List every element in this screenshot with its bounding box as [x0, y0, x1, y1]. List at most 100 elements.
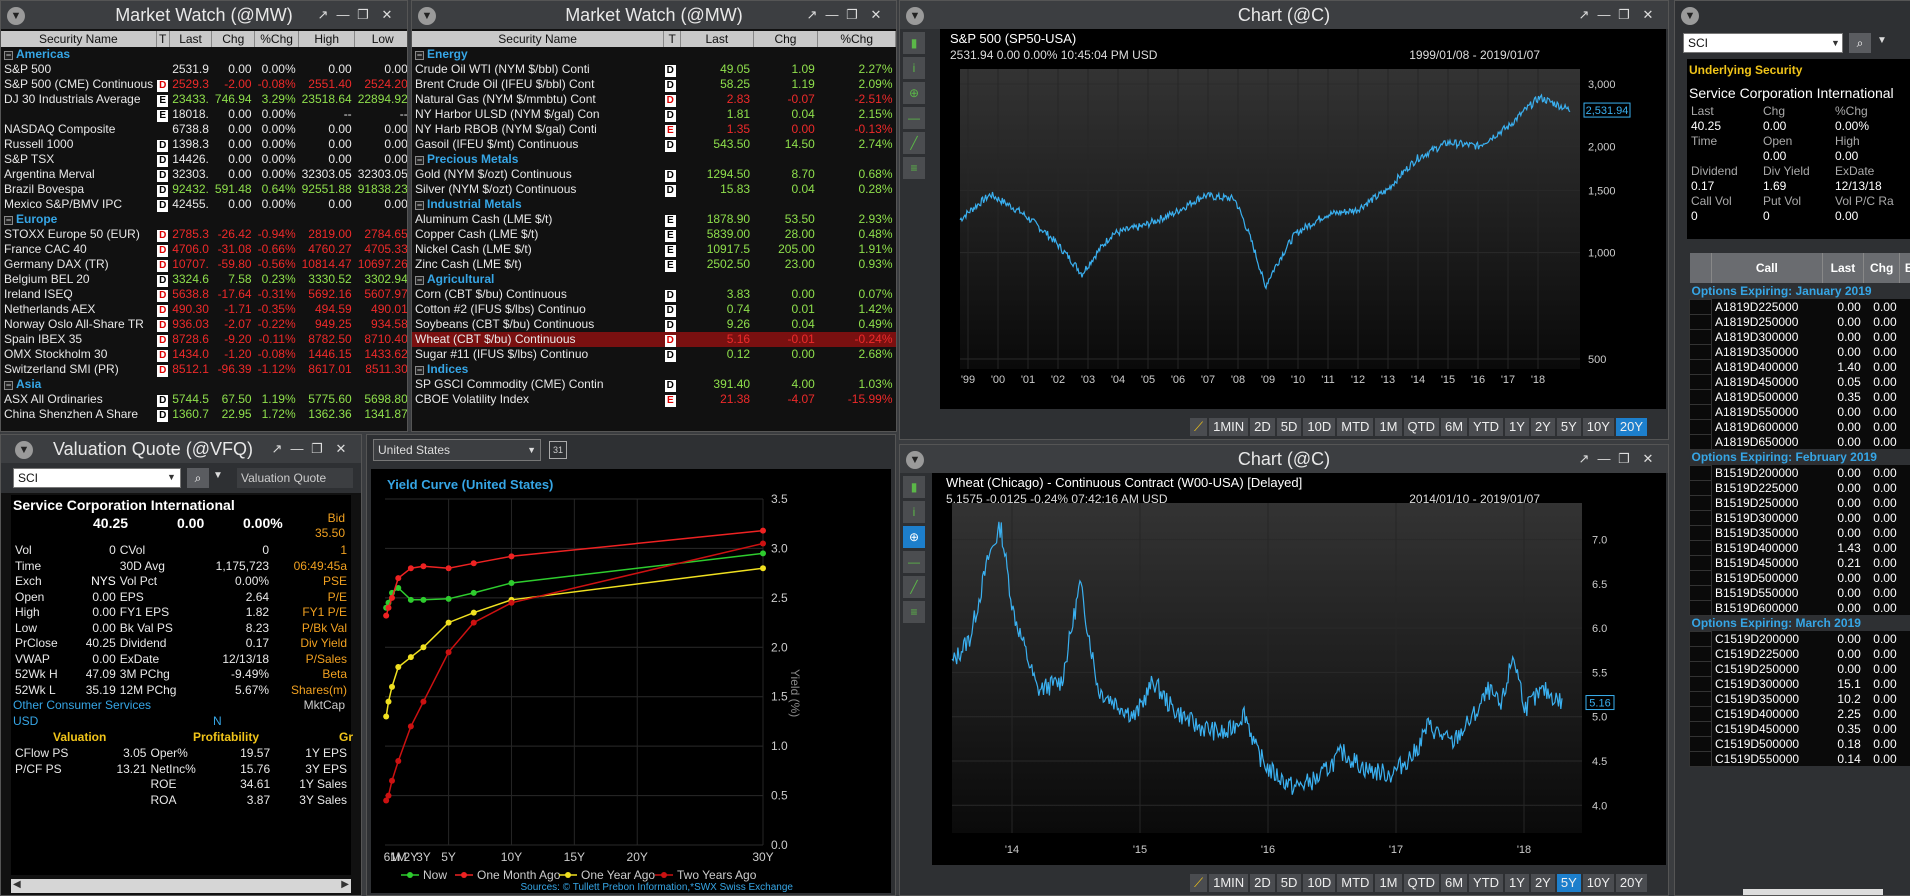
- scroll-left-icon[interactable]: ◀: [13, 879, 21, 890]
- group-row[interactable]: − Precious Metals: [412, 152, 896, 167]
- collapse-icon[interactable]: −: [4, 51, 13, 60]
- timeframe-1min[interactable]: 1MIN: [1209, 874, 1249, 892]
- panel-menu-icon[interactable]: ▼: [7, 7, 25, 25]
- option-row[interactable]: C1519D2000000.000.000.: [1689, 630, 1910, 647]
- option-row[interactable]: C1519D350000 10.2 0.000.: [1689, 690, 1910, 707]
- mode-select[interactable]: Valuation Quote: [237, 468, 353, 488]
- trendline-icon[interactable]: ╱: [903, 576, 925, 598]
- country-select[interactable]: United States ▼: [373, 439, 541, 461]
- popout-icon[interactable]: ↗: [1576, 451, 1592, 467]
- option-row[interactable]: A1819D6000000.000.000.: [1689, 418, 1910, 435]
- timeframe-10y[interactable]: 10Y: [1582, 874, 1614, 892]
- symbol-input[interactable]: SCI: [13, 468, 181, 488]
- row-selector[interactable]: [1689, 494, 1712, 511]
- table-row[interactable]: Germany DAX (TR) D 10707. -59.80 -0.56% 10814…: [1, 257, 407, 272]
- timeframe-ytd[interactable]: YTD: [1469, 418, 1504, 436]
- table-row[interactable]: S&P 500 (CME) Continuous D 2529.3 -2.00 -0.0…: [1, 77, 407, 92]
- option-row[interactable]: A1819D2250000.000.000.: [1689, 298, 1910, 315]
- calendar-icon[interactable]: 31: [1190, 439, 1208, 440]
- table-row[interactable]: Aluminum Cash (LME $/t) E 1878.90 53.50 2.93…: [412, 212, 896, 227]
- table-row[interactable]: Silver (NYM $/ozt) Continuous D 15.83 0.04 0…: [412, 182, 896, 197]
- panel-menu-icon[interactable]: ▼: [15, 441, 33, 459]
- timeframe-6m[interactable]: 6M: [1440, 418, 1468, 436]
- minimize-icon[interactable]: —: [289, 441, 305, 457]
- timeframe-10d[interactable]: 10D: [1303, 874, 1336, 892]
- timeframe-1min[interactable]: 1MIN: [1209, 418, 1249, 436]
- group-row[interactable]: − Indices: [412, 362, 896, 377]
- column-header[interactable]: Last: [1821, 253, 1864, 283]
- row-selector[interactable]: [1689, 479, 1712, 496]
- symbol-input[interactable]: SCI: [1683, 33, 1843, 53]
- table-row[interactable]: Gold (NYM $/ozt) Continuous D 1294.50 8.70 0…: [412, 167, 896, 182]
- popout-icon[interactable]: ↗: [269, 441, 285, 457]
- row-selector[interactable]: [1689, 690, 1712, 707]
- table-row[interactable]: Mexico S&P/BMV IPC D 42455. 0.00 0.00% 0.00 0.…: [1, 197, 407, 212]
- collapse-icon[interactable]: −: [415, 276, 424, 285]
- option-row[interactable]: A1819D450000 0.05 0.000.: [1689, 373, 1910, 390]
- table-row[interactable]: NY Harbor ULSD (NYM $/gal) Con D 1.81 0.04 2…: [412, 107, 896, 122]
- option-row[interactable]: A1819D3000000.000.000.: [1689, 328, 1910, 345]
- popout-icon[interactable]: ↗: [1576, 7, 1592, 23]
- row-selector[interactable]: [1689, 373, 1712, 390]
- table-row[interactable]: Netherlands AEX D 490.30 -1.71 -0.35% 494.59 4…: [1, 302, 407, 317]
- line-icon[interactable]: —: [903, 107, 925, 129]
- table-row[interactable]: Corn (CBT $/bu) Continuous D 3.83 0.00 0.07%: [412, 287, 896, 302]
- minimize-icon[interactable]: —: [1596, 7, 1612, 23]
- column-header[interactable]: T: [663, 31, 682, 47]
- row-selector[interactable]: [1689, 675, 1712, 692]
- group-row[interactable]: − Asia: [1, 377, 407, 392]
- timeframe-5d[interactable]: 5D: [1276, 874, 1302, 892]
- search-icon[interactable]: ⌕: [1849, 33, 1871, 53]
- table-row[interactable]: Brazil Bovespa D 92432. 591.48 0.64% 92551.88…: [1, 182, 407, 197]
- timeframe-5y[interactable]: 5Y: [1556, 418, 1581, 436]
- option-row[interactable]: A1819D6500000.000.000.: [1689, 433, 1910, 450]
- option-row[interactable]: B1519D3500000.000.000.: [1689, 524, 1910, 541]
- option-row[interactable]: A1819D2500000.000.000.: [1689, 313, 1910, 330]
- restore-icon[interactable]: ❐: [844, 7, 860, 23]
- row-selector[interactable]: [1689, 750, 1712, 767]
- table-row[interactable]: Ireland ISEQ D 5638.8 -17.64 -0.31% 5692.16 56…: [1, 287, 407, 302]
- timeframe-1y[interactable]: 1Y: [1505, 418, 1529, 436]
- row-selector[interactable]: [1689, 584, 1712, 601]
- minimize-icon[interactable]: —: [824, 7, 840, 23]
- timeframe-mtd[interactable]: MTD: [1337, 874, 1374, 892]
- close-icon[interactable]: ✕: [333, 441, 349, 457]
- close-icon[interactable]: ✕: [1640, 7, 1656, 23]
- table-row[interactable]: STOXX Europe 50 (EUR) D 2785.3 -26.42 -0.94%…: [1, 227, 407, 242]
- table-row[interactable]: Switzerland SMI (PR) D 8512.1 -96.39 -1.12% 8…: [1, 362, 407, 377]
- row-selector[interactable]: [1689, 343, 1712, 360]
- table-row[interactable]: Gasoil (IFEU $/mt) Continuous D 543.50 14.5…: [412, 137, 896, 152]
- timeframe-1m[interactable]: 1M: [1375, 418, 1402, 436]
- column-header[interactable]: Last: [680, 31, 754, 47]
- popout-icon[interactable]: ↗: [315, 7, 331, 23]
- column-header[interactable]: T: [156, 31, 170, 47]
- group-row[interactable]: − Energy: [412, 47, 896, 62]
- minimize-icon[interactable]: —: [1596, 451, 1612, 467]
- crosshair-icon[interactable]: ⊕: [903, 526, 925, 548]
- expiry-group-row[interactable]: Options Expiring: March 2019: [1690, 615, 1910, 631]
- table-row[interactable]: Norway Oslo All-Share TR D 936.03 -2.07 -0.2…: [1, 317, 407, 332]
- timeframe-qtd[interactable]: QTD: [1403, 418, 1439, 436]
- timeframe-1y[interactable]: 1Y: [1505, 874, 1529, 892]
- option-row[interactable]: B1519D5500000.000.000.: [1689, 584, 1910, 601]
- table-row[interactable]: SP GSCI Commodity (CME) Contin D 391.40 4.0…: [412, 377, 896, 392]
- option-row[interactable]: C1519D450000 0.35 0.000.: [1689, 720, 1910, 737]
- row-selector[interactable]: [1689, 720, 1712, 737]
- option-row[interactable]: A1819D500000 0.35 0.000.: [1689, 388, 1910, 405]
- column-header[interactable]: Chg: [1863, 253, 1900, 283]
- restore-icon[interactable]: ❐: [309, 441, 325, 457]
- table-row[interactable]: Spain IBEX 35 D 8728.6 -9.20 -0.11% 8782.50 87…: [1, 332, 407, 347]
- group-row[interactable]: − Europe: [1, 212, 407, 227]
- row-selector[interactable]: [1689, 388, 1712, 405]
- timeframe-mtd[interactable]: MTD: [1337, 418, 1374, 436]
- option-row[interactable]: C1519D400000 2.25 0.000.: [1689, 705, 1910, 722]
- row-selector[interactable]: [1689, 569, 1712, 586]
- table-row[interactable]: Russell 1000 D 1398.3 0.00 0.00% 0.00 0.00: [1, 137, 407, 152]
- timeframe-20y[interactable]: 20Y: [1615, 418, 1648, 436]
- search-icon[interactable]: ⌕: [187, 468, 209, 488]
- option-row[interactable]: C1519D550000 0.14 0.000.: [1689, 750, 1910, 767]
- restore-icon[interactable]: ❐: [355, 7, 371, 23]
- timeframe-2d[interactable]: 2D: [1250, 874, 1275, 892]
- table-row[interactable]: Copper Cash (LME $/t) E 5839.00 28.00 0.48%: [412, 227, 896, 242]
- table-row[interactable]: CBOE Volatility Index E 21.38 -4.07 -15.99%: [412, 392, 896, 407]
